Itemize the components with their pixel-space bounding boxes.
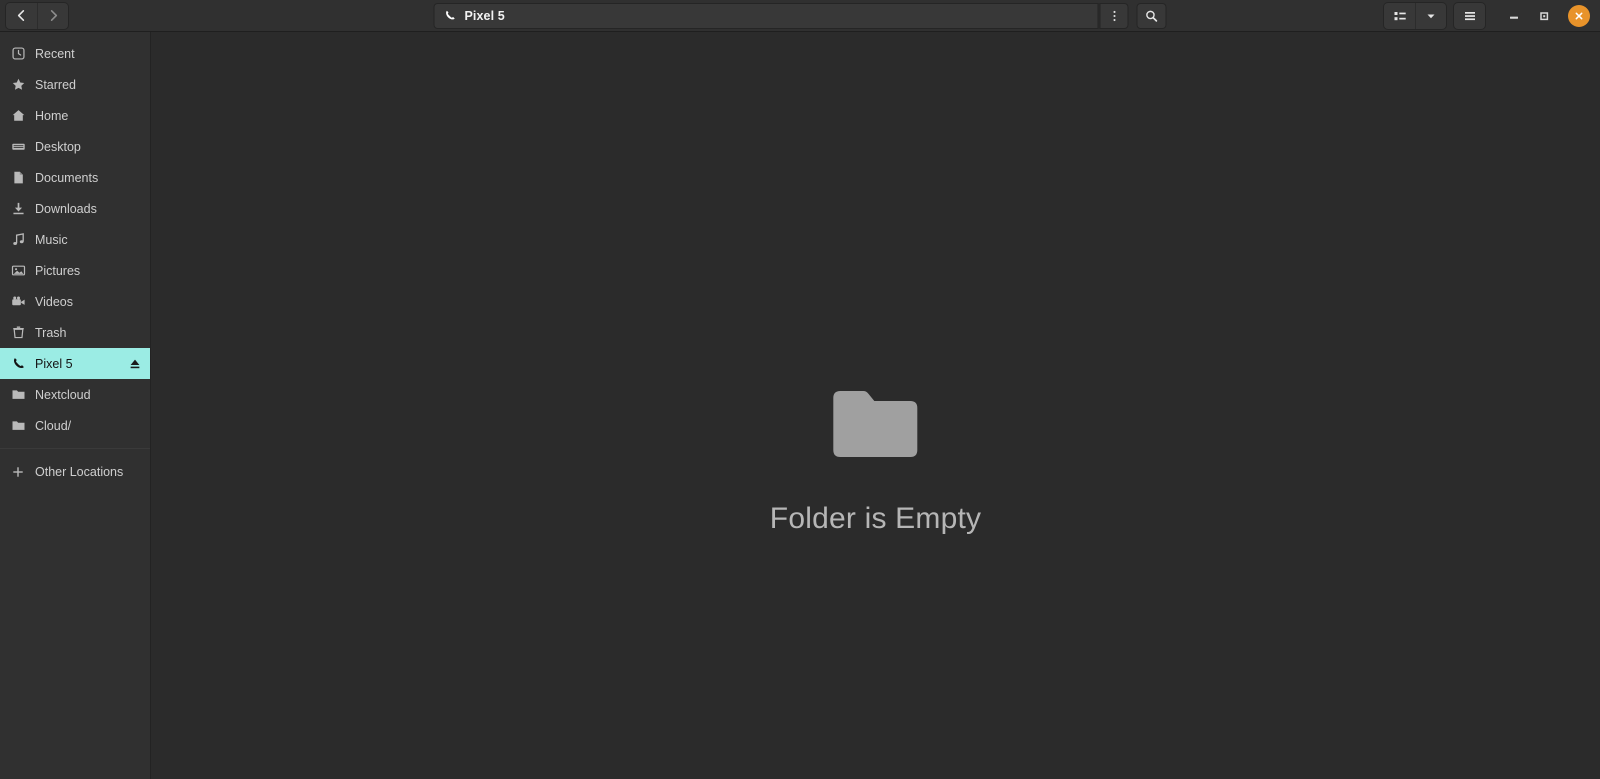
minimize-button[interactable] [1499,1,1529,31]
list-view-icon [1394,11,1406,20]
sidebar-item-label: Music [35,232,68,247]
trash-icon [10,325,26,341]
sidebar-item-nextcloud[interactable]: Nextcloud [0,379,150,410]
sidebar-item-label: Home [35,108,69,123]
sidebar-item-label: Desktop [35,139,81,154]
sidebar-item-documents[interactable]: Documents [0,162,150,193]
minimize-icon [1510,16,1518,19]
maximize-button[interactable] [1529,1,1559,31]
music-icon [10,232,26,248]
star-icon [10,77,26,93]
chevron-right-icon [50,10,57,21]
sidebar-separator [0,448,150,449]
eject-icon[interactable] [128,357,142,371]
empty-folder-message: Folder is Empty [769,502,982,535]
sidebar-item-label: Videos [35,294,73,309]
main-menu-button[interactable] [1454,2,1485,29]
maximize-icon [1540,11,1549,20]
header-right-group [1384,1,1594,31]
home-icon [10,108,26,124]
sidebar-item-music[interactable]: Music [0,224,150,255]
path-bar-location-label: Pixel 5 [464,8,505,23]
search-button[interactable] [1136,2,1167,29]
empty-folder-state: Folder is Empty [770,360,981,536]
sidebar-item-recent[interactable]: Recent [0,38,150,69]
path-bar[interactable]: Pixel 5 [433,2,1099,29]
list-view-button[interactable] [1384,2,1415,29]
search-icon [1146,10,1158,22]
sidebar-item-label: Documents [35,170,99,185]
sidebar-item-pixel-5[interactable]: Pixel 5 [0,348,150,379]
close-icon [1575,12,1583,19]
document-icon [10,170,26,186]
sidebar-item-label: Other Locations [35,464,124,479]
phone-icon [446,10,455,20]
sidebar-item-other-locations[interactable]: Other Locations [0,456,150,487]
folder-icon [10,418,26,434]
sidebar-item-pictures[interactable]: Pictures [0,255,150,286]
sidebar-item-downloads[interactable]: Downloads [0,193,150,224]
phone-icon [10,356,26,372]
hamburger-menu-icon [1464,11,1475,20]
video-icon [10,294,26,310]
download-icon [10,201,26,217]
clock-icon [10,46,26,62]
view-button-group [1384,2,1446,29]
sidebar-item-label: Nextcloud [35,387,91,402]
header-bar: Pixel 5 [0,0,1600,32]
navigation-button-group [6,2,68,29]
vertical-dots-icon [1112,10,1116,21]
path-bar-menu-button[interactable] [1098,2,1129,29]
header-left-group [6,2,68,29]
path-bar-group: Pixel 5 [433,2,1167,29]
picture-icon [10,263,26,279]
chevron-left-icon [17,10,25,21]
sidebar-item-home[interactable]: Home [0,100,150,131]
sidebar-item-label: Pictures [35,263,81,278]
sidebar-item-trash[interactable]: Trash [0,317,150,348]
sidebar-item-desktop[interactable]: Desktop [0,131,150,162]
sidebar-item-label: Pixel 5 [35,356,73,371]
chevron-down-icon [1427,14,1435,18]
file-list-area[interactable]: Folder is Empty [151,32,1600,779]
plus-icon [10,464,26,480]
folder-icon [811,360,939,488]
sidebar-item-cloud[interactable]: Cloud/ [0,410,150,441]
sidebar-item-label: Cloud/ [35,418,72,433]
folder-icon [10,387,26,403]
view-options-dropdown-button[interactable] [1415,2,1446,29]
sidebar-item-videos[interactable]: Videos [0,286,150,317]
sidebar-item-label: Starred [35,77,76,92]
sidebar-item-label: Downloads [35,201,97,216]
sidebar-item-starred[interactable]: Starred [0,69,150,100]
sidebar-item-label: Trash [35,325,67,340]
window-body: Recent Starred Home Desktop Documents Do… [0,32,1600,779]
sidebar: Recent Starred Home Desktop Documents Do… [0,32,151,779]
forward-button[interactable] [37,2,68,29]
sidebar-item-label: Recent [35,46,75,61]
file-manager-window: Pixel 5 Recent Starred Home Desktop Docu… [0,0,1600,779]
close-button[interactable] [1568,4,1590,27]
back-button[interactable] [6,2,37,29]
desktop-icon [10,139,26,155]
window-controls [1499,1,1594,31]
